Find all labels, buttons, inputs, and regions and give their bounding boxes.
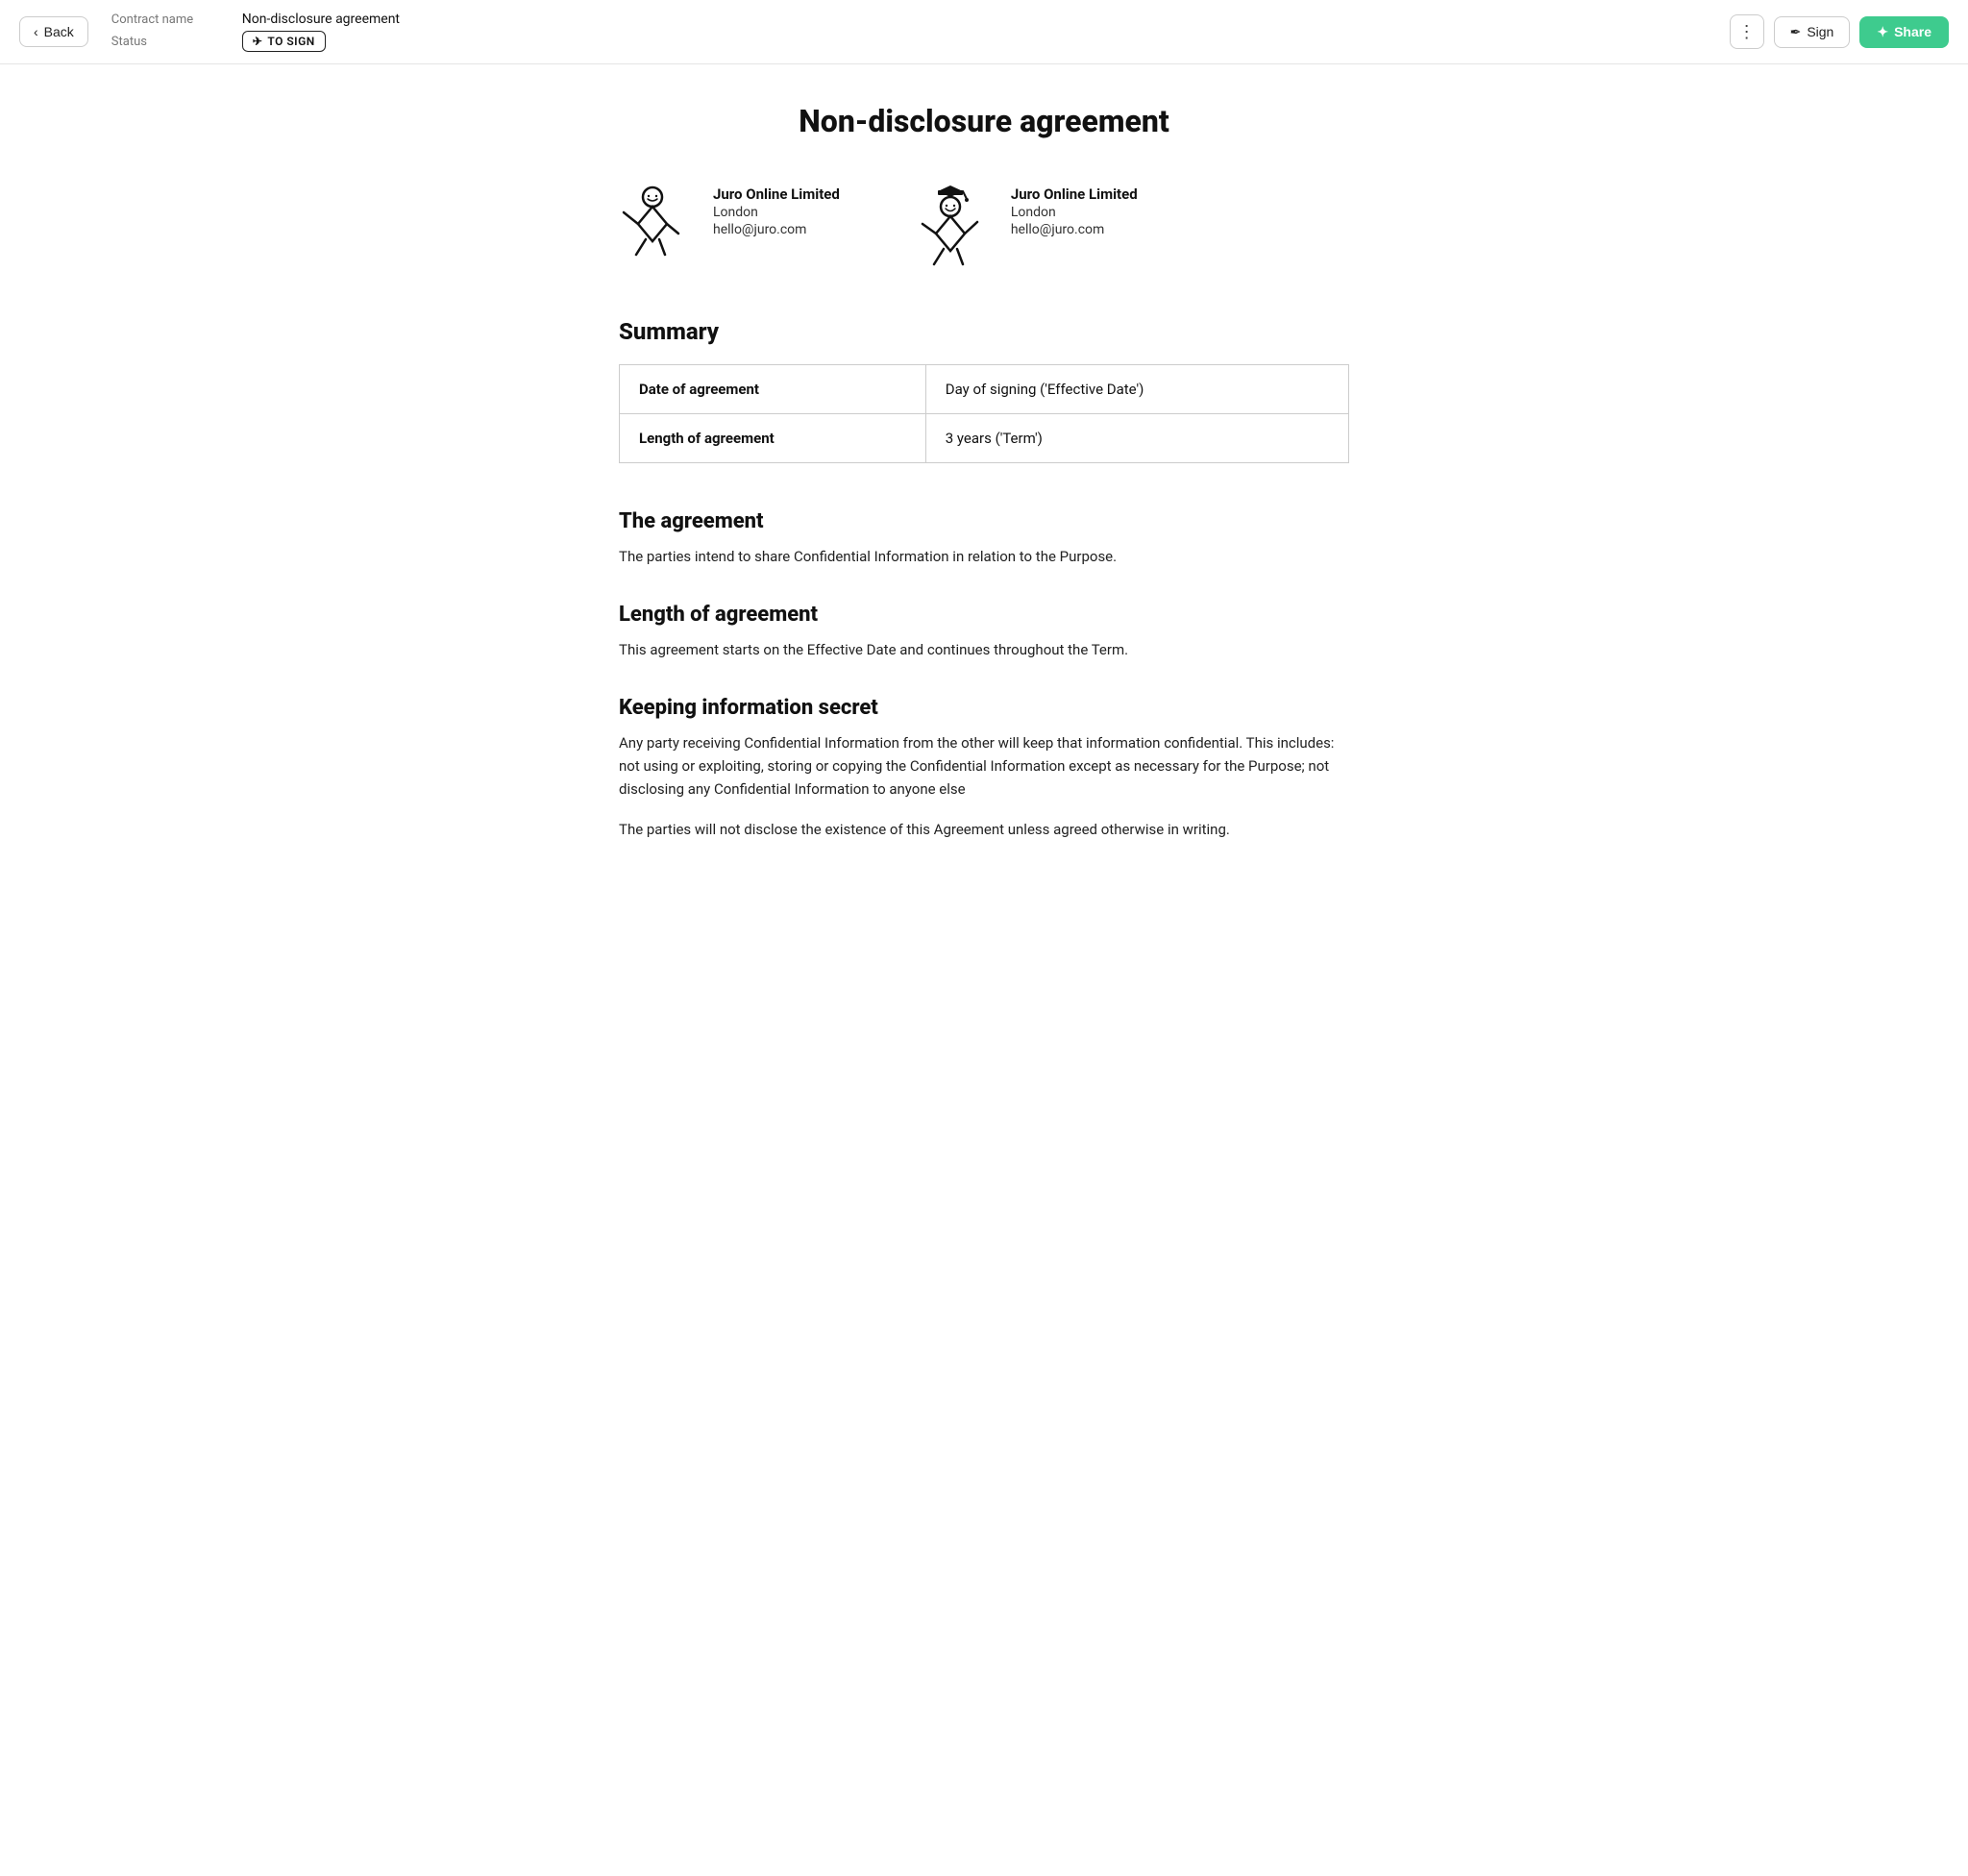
summary-table: Date of agreement Day of signing ('Effec… [619,364,1349,463]
party-2-location: London [1011,205,1138,220]
status-row: Status ✈ TO SIGN [111,29,1730,54]
summary-label-1: Date of agreement [620,365,926,414]
party-1-figure [619,185,696,272]
party-2: Juro Online Limited London hello@juro.co… [917,185,1138,272]
secret-section: Keeping information secret Any party rec… [619,696,1349,841]
table-row: Length of agreement 3 years ('Term') [620,414,1349,463]
share-label: Share [1894,24,1931,39]
party-2-info: Juro Online Limited London hello@juro.co… [1011,185,1138,237]
contract-name-value: Non-disclosure agreement [242,12,400,27]
party-1: Juro Online Limited London hello@juro.co… [619,185,840,272]
parties-row: Juro Online Limited London hello@juro.co… [619,185,1349,272]
back-label: Back [44,24,74,39]
summary-title: Summary [619,318,1349,345]
summary-value-2: 3 years ('Term') [925,414,1348,463]
pen-icon: ✒ [1790,24,1802,40]
secret-text: Any party receiving Confidential Informa… [619,731,1349,801]
status-value: TO SIGN [267,35,314,48]
length-text: This agreement starts on the Effective D… [619,638,1349,661]
table-row: Date of agreement Day of signing ('Effec… [620,365,1349,414]
share-icon: ✦ [1877,24,1888,40]
sign-label: Sign [1807,24,1833,39]
summary-value-1: Day of signing ('Effective Date') [925,365,1348,414]
main-agreement-section: The agreement The parties intend to shar… [619,509,1349,568]
document-title: Non-disclosure agreement [619,103,1349,139]
status-badge[interactable]: ✈ TO SIGN [242,31,326,52]
contract-name-row: Contract name Non-disclosure agreement [111,10,1730,29]
agreement-intro: The parties intend to share Confidential… [619,545,1349,568]
sign-button[interactable]: ✒ Sign [1774,16,1851,48]
status-label: Status [111,35,227,49]
more-options-button[interactable]: ⋮ [1730,14,1764,49]
secret-heading: Keeping information secret [619,696,1349,720]
secret-extra: The parties will not disclose the existe… [619,818,1349,841]
party-2-figure [917,185,994,272]
meta-section: Contract name Non-disclosure agreement S… [111,10,1730,54]
document-content: Non-disclosure agreement [590,64,1378,933]
party-1-name: Juro Online Limited [713,185,840,203]
party-1-info: Juro Online Limited London hello@juro.co… [713,185,840,237]
party-2-name: Juro Online Limited [1011,185,1138,203]
actions-bar: ⋮ ✒ Sign ✦ Share [1730,14,1949,49]
summary-label-2: Length of agreement [620,414,926,463]
back-arrow-icon: ‹ [34,24,38,39]
length-heading: Length of agreement [619,603,1349,627]
share-button[interactable]: ✦ Share [1859,16,1949,48]
top-bar: ‹ Back Contract name Non-disclosure agre… [0,0,1968,64]
party-1-location: London [713,205,840,220]
party-1-email: hello@juro.com [713,222,840,237]
party-2-email: hello@juro.com [1011,222,1138,237]
back-button[interactable]: ‹ Back [19,16,88,47]
contract-name-label: Contract name [111,12,227,27]
send-icon: ✈ [253,35,263,48]
agreement-title: The agreement [619,509,1349,533]
more-icon: ⋮ [1738,22,1756,42]
length-section: Length of agreement This agreement start… [619,603,1349,661]
